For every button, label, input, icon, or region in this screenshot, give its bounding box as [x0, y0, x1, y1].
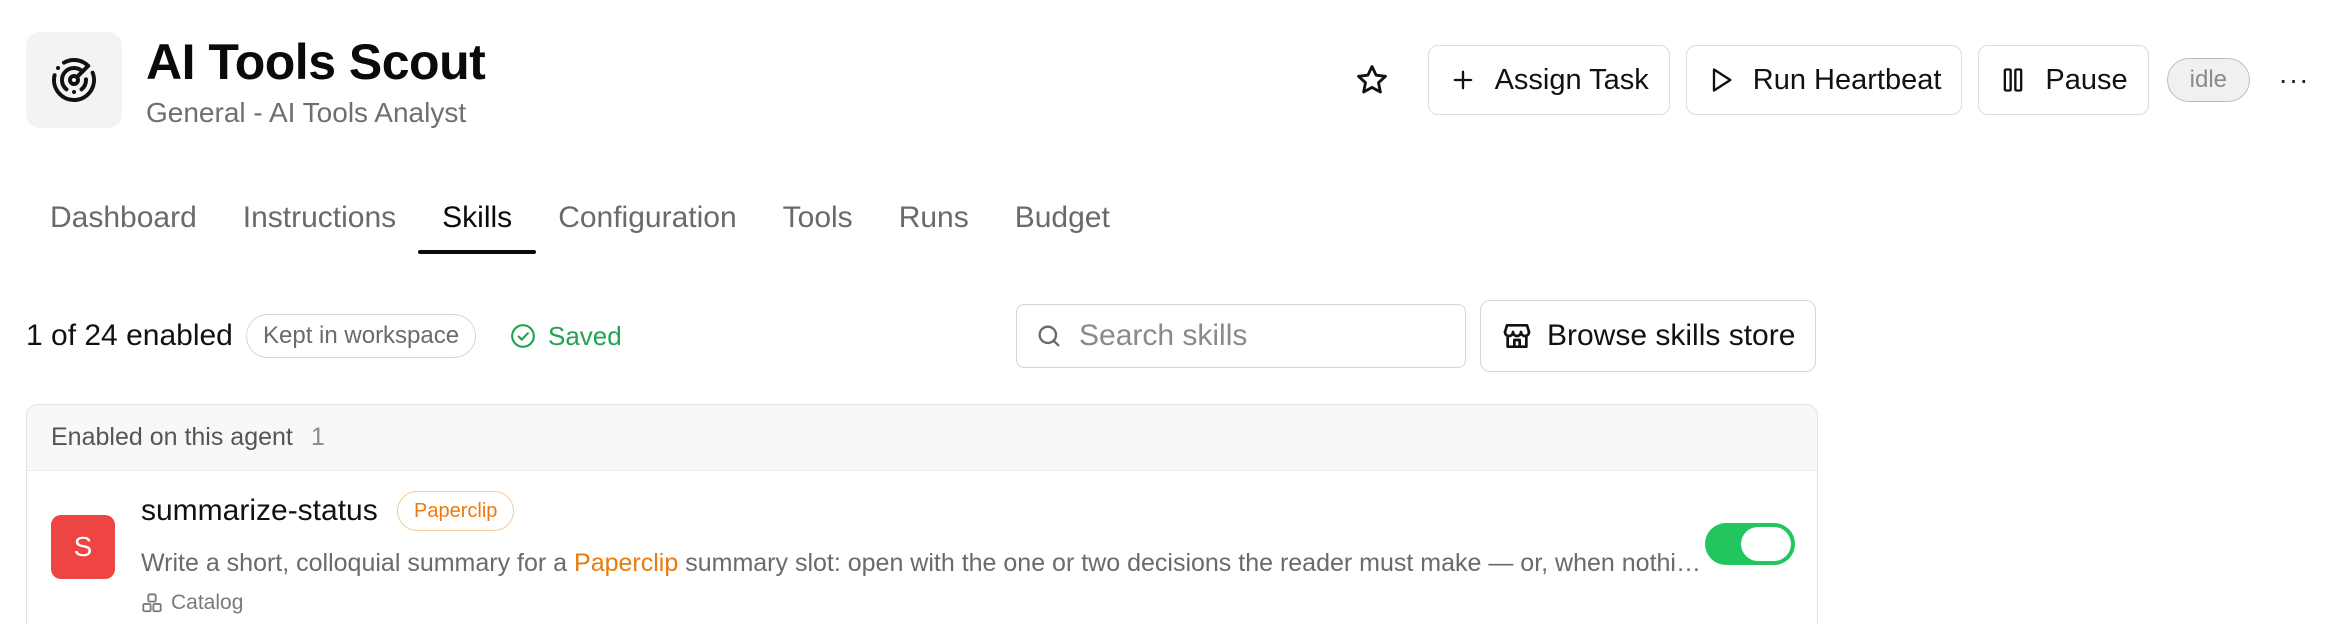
toggle-knob — [1741, 527, 1791, 561]
skill-description-part: Write a short, colloquial summary for a — [141, 549, 575, 577]
skill-description-part: summary slot: open with the one or two d… — [685, 549, 1711, 577]
run-heartbeat-label: Run Heartbeat — [1752, 63, 1942, 96]
browse-skills-store-button[interactable]: Browse skills store — [1480, 300, 1817, 372]
assign-task-button[interactable]: Assign Task — [1427, 45, 1670, 115]
search-box — [1016, 304, 1466, 368]
pause-icon — [2004, 68, 2023, 92]
skill-source-label: Catalog — [171, 591, 244, 614]
panel-header-label: Enabled on this agent — [51, 423, 293, 451]
tab-instructions[interactable]: Instructions — [219, 182, 420, 254]
list-item: S summarize-status Paperclip Write a sho… — [27, 471, 1817, 624]
search-input[interactable] — [1079, 319, 1439, 353]
pause-label: Pause — [2045, 63, 2128, 96]
favorite-button[interactable] — [1344, 52, 1400, 108]
more-options-button[interactable]: ··· — [2272, 58, 2316, 102]
tab-configuration[interactable]: Configuration — [534, 182, 760, 254]
skill-tag: Paperclip — [397, 491, 515, 531]
check-circle-icon — [511, 324, 535, 348]
assign-task-label: Assign Task — [1494, 63, 1649, 96]
skills-toolbar: 1 of 24 enabled Kept in workspace Saved … — [26, 300, 1818, 372]
tab-skills[interactable]: Skills — [418, 182, 537, 254]
agent-header: AI Tools Scout General - AI Tools Analys… — [26, 32, 2316, 132]
store-icon — [1503, 324, 1531, 348]
skill-description-highlight: Paperclip — [574, 549, 679, 577]
page-subtitle: General - AI Tools Analyst — [146, 97, 467, 128]
workspace-badge: Kept in workspace — [246, 314, 477, 358]
boxes-icon — [142, 593, 162, 613]
agent-tabs: Dashboard Instructions Skills Configurat… — [26, 182, 1132, 254]
browse-skills-store-label: Browse skills store — [1547, 319, 1796, 352]
skill-avatar: S — [51, 515, 115, 579]
tab-tools[interactable]: Tools — [759, 182, 877, 254]
plus-icon — [1453, 70, 1472, 90]
header-actions: Assign Task Run Heartbeat Pause idle ··· — [1344, 44, 2316, 116]
saved-label: Saved — [548, 321, 622, 351]
skill-name[interactable]: summarize-status — [141, 493, 378, 529]
star-icon — [1356, 65, 1387, 94]
radar-icon — [26, 32, 122, 128]
panel-header: Enabled on this agent 1 — [27, 405, 1817, 471]
skill-description: Write a short, colloquial summary for a … — [141, 547, 1711, 579]
skill-source: Catalog — [141, 591, 243, 615]
enabled-count: 1 of 24 enabled — [26, 319, 233, 352]
pause-button[interactable]: Pause — [1978, 45, 2149, 115]
saved-indicator: Saved — [510, 318, 622, 354]
tab-runs[interactable]: Runs — [875, 182, 993, 254]
search-icon — [1038, 325, 1060, 347]
play-icon — [1712, 68, 1732, 92]
panel-header-count: 1 — [310, 423, 325, 451]
tab-budget[interactable]: Budget — [991, 182, 1134, 254]
enabled-skills-panel: Enabled on this agent 1 S summarize-stat… — [26, 404, 1818, 624]
tab-dashboard[interactable]: Dashboard — [26, 182, 221, 254]
page-title: AI Tools Scout — [146, 34, 486, 90]
status-badge: idle — [2166, 58, 2250, 102]
run-heartbeat-button[interactable]: Run Heartbeat — [1685, 45, 1963, 115]
skill-enabled-toggle[interactable] — [1705, 523, 1795, 565]
